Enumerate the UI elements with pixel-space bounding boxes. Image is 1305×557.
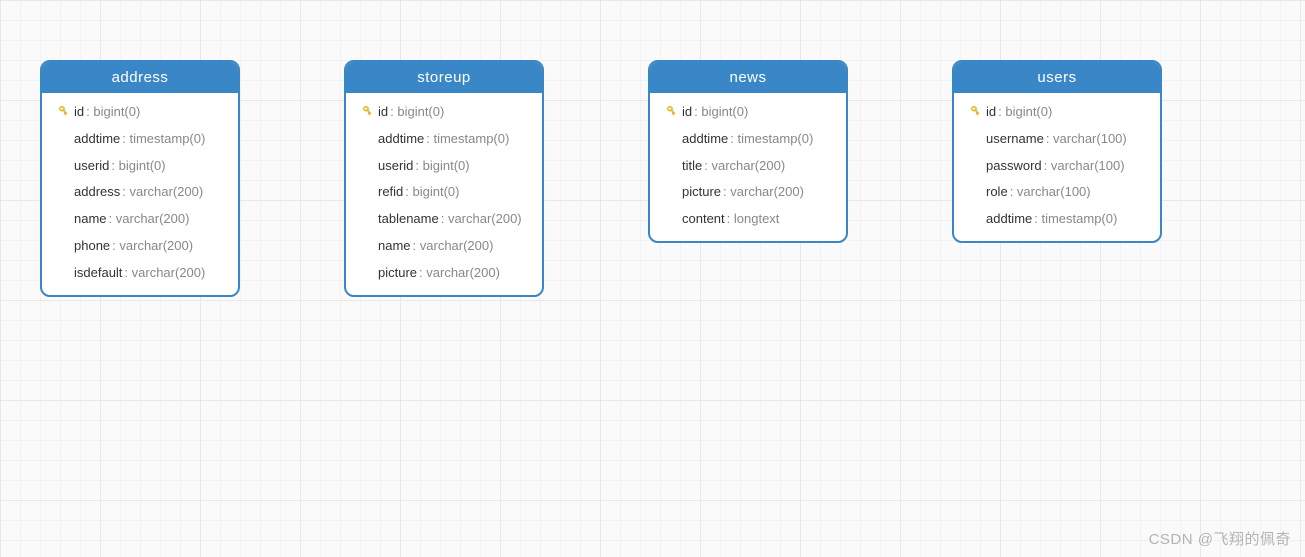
field-row[interactable]: refid: bigint(0) — [356, 179, 532, 206]
field-type: : varchar(100) — [1010, 182, 1091, 203]
primary-key-icon — [54, 104, 70, 120]
field-type: : bigint(0) — [415, 156, 469, 177]
field-type: : varchar(200) — [124, 263, 205, 284]
table-body: id: bigint(0)addtime: timestamp(0)userid… — [346, 93, 542, 295]
field-row[interactable]: userid: bigint(0) — [356, 153, 532, 180]
field-type: : bigint(0) — [86, 102, 140, 123]
field-name: addtime — [378, 129, 424, 150]
table-body: id: bigint(0)addtime: timestamp(0)userid… — [42, 93, 238, 295]
field-type: : bigint(0) — [405, 182, 459, 203]
table-body: id: bigint(0)addtime: timestamp(0)title:… — [650, 93, 846, 241]
field-row[interactable]: addtime: timestamp(0) — [964, 206, 1150, 233]
field-name: addtime — [682, 129, 728, 150]
field-row[interactable]: role: varchar(100) — [964, 179, 1150, 206]
field-row[interactable]: addtime: timestamp(0) — [660, 126, 836, 153]
table-header: address — [42, 62, 238, 93]
field-name: id — [682, 102, 692, 123]
field-type: : varchar(200) — [419, 263, 500, 284]
field-name: phone — [74, 236, 110, 257]
field-type: : bigint(0) — [390, 102, 444, 123]
field-row[interactable]: username: varchar(100) — [964, 126, 1150, 153]
table-header: storeup — [346, 62, 542, 93]
watermark: CSDN @飞翔的佩奇 — [1149, 528, 1291, 549]
field-name: isdefault — [74, 263, 122, 284]
field-name: password — [986, 156, 1042, 177]
field-row[interactable]: password: varchar(100) — [964, 153, 1150, 180]
field-type: : varchar(200) — [441, 209, 522, 230]
field-type: : varchar(200) — [704, 156, 785, 177]
field-name: addtime — [74, 129, 120, 150]
table-users[interactable]: users id: bigint(0)username: varchar(100… — [952, 60, 1162, 243]
field-type: : varchar(200) — [112, 236, 193, 257]
field-name: picture — [682, 182, 721, 203]
field-row[interactable]: phone: varchar(200) — [52, 233, 228, 260]
field-type: : bigint(0) — [998, 102, 1052, 123]
field-row[interactable]: userid: bigint(0) — [52, 153, 228, 180]
field-type: : varchar(200) — [122, 182, 203, 203]
table-storeup[interactable]: storeup id: bigint(0)addtime: timestamp(… — [344, 60, 544, 297]
field-name: userid — [378, 156, 413, 177]
table-body: id: bigint(0)username: varchar(100)passw… — [954, 93, 1160, 241]
field-type: : timestamp(0) — [426, 129, 509, 150]
field-name: role — [986, 182, 1008, 203]
field-name: id — [378, 102, 388, 123]
field-row[interactable]: id: bigint(0) — [964, 99, 1150, 126]
field-type: : varchar(100) — [1044, 156, 1125, 177]
field-name: username — [986, 129, 1044, 150]
field-type: : varchar(100) — [1046, 129, 1127, 150]
field-row[interactable]: content: longtext — [660, 206, 836, 233]
primary-key-icon — [966, 104, 982, 120]
field-row[interactable]: name: varchar(200) — [52, 206, 228, 233]
table-header: news — [650, 62, 846, 93]
field-row[interactable]: id: bigint(0) — [660, 99, 836, 126]
field-type: : timestamp(0) — [730, 129, 813, 150]
field-row[interactable]: title: varchar(200) — [660, 153, 836, 180]
field-type: : bigint(0) — [694, 102, 748, 123]
field-row[interactable]: name: varchar(200) — [356, 233, 532, 260]
primary-key-icon — [662, 104, 678, 120]
field-row[interactable]: addtime: timestamp(0) — [52, 126, 228, 153]
field-name: picture — [378, 263, 417, 284]
field-row[interactable]: picture: varchar(200) — [660, 179, 836, 206]
field-name: address — [74, 182, 120, 203]
field-type: : bigint(0) — [111, 156, 165, 177]
field-name: refid — [378, 182, 403, 203]
field-type: : varchar(200) — [413, 236, 494, 257]
field-name: id — [74, 102, 84, 123]
field-row[interactable]: isdefault: varchar(200) — [52, 260, 228, 287]
field-name: content — [682, 209, 725, 230]
field-row[interactable]: addtime: timestamp(0) — [356, 126, 532, 153]
field-type: : longtext — [727, 209, 780, 230]
field-type: : varchar(200) — [109, 209, 190, 230]
field-row[interactable]: id: bigint(0) — [52, 99, 228, 126]
field-row[interactable]: picture: varchar(200) — [356, 260, 532, 287]
field-name: title — [682, 156, 702, 177]
field-type: : timestamp(0) — [122, 129, 205, 150]
field-name: name — [74, 209, 107, 230]
field-row[interactable]: id: bigint(0) — [356, 99, 532, 126]
table-header: users — [954, 62, 1160, 93]
field-name: addtime — [986, 209, 1032, 230]
table-address[interactable]: address id: bigint(0)addtime: timestamp(… — [40, 60, 240, 297]
primary-key-icon — [358, 104, 374, 120]
field-row[interactable]: address: varchar(200) — [52, 179, 228, 206]
field-row[interactable]: tablename: varchar(200) — [356, 206, 532, 233]
field-type: : timestamp(0) — [1034, 209, 1117, 230]
table-news[interactable]: news id: bigint(0)addtime: timestamp(0)t… — [648, 60, 848, 243]
field-name: tablename — [378, 209, 439, 230]
field-name: userid — [74, 156, 109, 177]
field-name: id — [986, 102, 996, 123]
field-type: : varchar(200) — [723, 182, 804, 203]
field-name: name — [378, 236, 411, 257]
